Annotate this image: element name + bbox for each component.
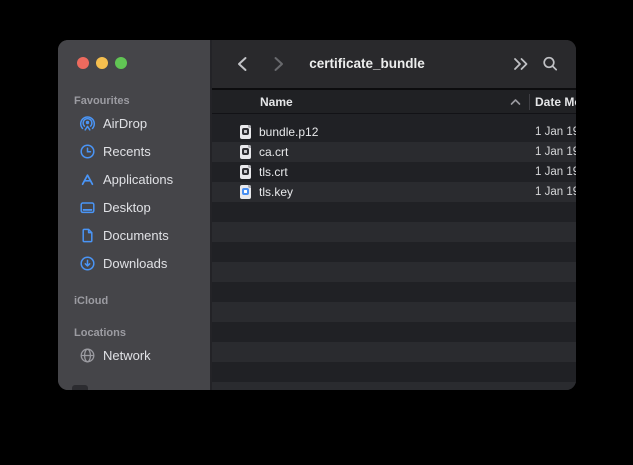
download-icon bbox=[79, 255, 96, 272]
sidebar-section-locations: Locations bbox=[74, 325, 204, 341]
clock-icon bbox=[79, 143, 96, 160]
empty-row bbox=[212, 202, 576, 222]
file-date: 1 Jan 1970 bbox=[535, 126, 576, 138]
zoom-button[interactable] bbox=[115, 57, 127, 69]
empty-row bbox=[212, 362, 576, 382]
sidebar-item-label: AirDrop bbox=[103, 116, 147, 131]
table-row[interactable]: bundle.p12 1 Jan 1970 bbox=[212, 122, 576, 142]
sidebar-nav: Favourites AirDrop Recents bbox=[58, 93, 210, 369]
certificate-file-icon bbox=[240, 165, 251, 179]
list-header: Name Date Modified bbox=[212, 90, 576, 114]
key-file-icon bbox=[240, 185, 251, 199]
sidebar-item-label: Documents bbox=[103, 228, 169, 243]
file-name: bundle.p12 bbox=[259, 125, 318, 139]
file-name: tls.crt bbox=[259, 165, 288, 179]
clipped-sidebar-item bbox=[72, 385, 88, 390]
sidebar: Favourites AirDrop Recents bbox=[58, 40, 210, 390]
content-pane: certificate_bundle Name Date Modified bbox=[210, 40, 576, 390]
sidebar-item-label: Desktop bbox=[103, 200, 151, 215]
sidebar-item-documents[interactable]: Documents bbox=[74, 221, 204, 249]
empty-row bbox=[212, 322, 576, 342]
sidebar-item-applications[interactable]: Applications bbox=[74, 165, 204, 193]
file-date: 1 Jan 1970 bbox=[535, 146, 576, 158]
globe-icon bbox=[79, 347, 96, 364]
sidebar-item-recents[interactable]: Recents bbox=[74, 137, 204, 165]
sidebar-item-label: Applications bbox=[103, 172, 173, 187]
empty-row bbox=[212, 282, 576, 302]
file-date: 1 Jan 1970 bbox=[535, 166, 576, 178]
column-header-name[interactable]: Name bbox=[260, 90, 293, 114]
window-controls bbox=[77, 57, 127, 69]
file-list: bundle.p12 1 Jan 1970 ca.crt 1 Jan 1970 … bbox=[212, 114, 576, 390]
close-button[interactable] bbox=[77, 57, 89, 69]
airdrop-icon bbox=[79, 115, 96, 132]
table-row[interactable]: ca.crt 1 Jan 1970 bbox=[212, 142, 576, 162]
file-date: 1 Jan 1970 bbox=[535, 186, 576, 198]
sidebar-section-icloud: iCloud bbox=[74, 293, 204, 309]
certificate-file-icon bbox=[240, 125, 251, 139]
desktop-background: Favourites AirDrop Recents bbox=[0, 0, 633, 465]
minimize-button[interactable] bbox=[96, 57, 108, 69]
table-row[interactable]: tls.key 1 Jan 1970 bbox=[212, 182, 576, 202]
column-header-date-modified[interactable]: Date Modified bbox=[535, 90, 576, 114]
window-title: certificate_bundle bbox=[212, 40, 522, 88]
empty-row bbox=[212, 382, 576, 390]
table-row[interactable]: tls.crt 1 Jan 1970 bbox=[212, 162, 576, 182]
document-icon bbox=[79, 227, 96, 244]
sidebar-item-network[interactable]: Network bbox=[74, 341, 204, 369]
sidebar-item-label: Recents bbox=[103, 144, 151, 159]
empty-row bbox=[212, 242, 576, 262]
empty-row bbox=[212, 342, 576, 362]
sidebar-item-label: Network bbox=[103, 348, 151, 363]
search-icon[interactable] bbox=[542, 56, 559, 73]
desktop-icon bbox=[79, 199, 96, 216]
file-name: ca.crt bbox=[259, 145, 288, 159]
sidebar-item-desktop[interactable]: Desktop bbox=[74, 193, 204, 221]
file-name: tls.key bbox=[259, 185, 293, 199]
show-more-chevrons-icon[interactable] bbox=[513, 57, 529, 72]
toolbar: certificate_bundle bbox=[212, 40, 576, 88]
empty-row bbox=[212, 302, 576, 322]
sidebar-item-label: Downloads bbox=[103, 256, 167, 271]
empty-row bbox=[212, 222, 576, 242]
sidebar-section-favourites: Favourites bbox=[74, 93, 204, 109]
applications-icon bbox=[79, 171, 96, 188]
certificate-file-icon bbox=[240, 145, 251, 159]
sort-ascending-icon bbox=[510, 98, 521, 106]
list-top-padding bbox=[212, 114, 576, 122]
sidebar-item-airdrop[interactable]: AirDrop bbox=[74, 109, 204, 137]
sidebar-item-downloads[interactable]: Downloads bbox=[74, 249, 204, 277]
empty-row bbox=[212, 262, 576, 282]
finder-window: Favourites AirDrop Recents bbox=[58, 40, 576, 390]
column-divider[interactable] bbox=[529, 94, 530, 110]
